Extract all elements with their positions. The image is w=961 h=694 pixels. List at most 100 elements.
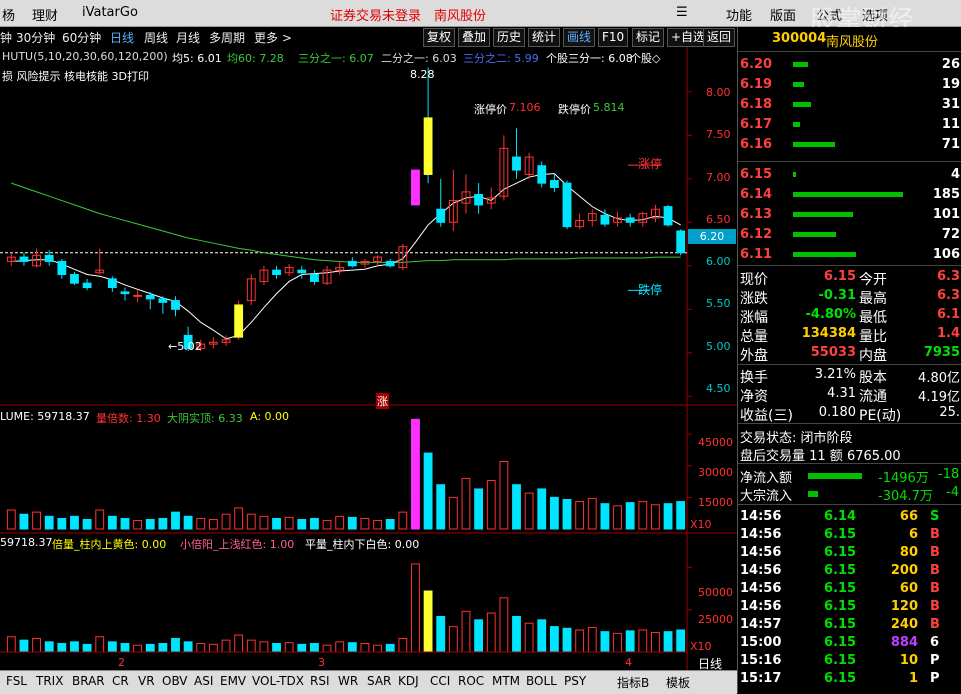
volume-bar bbox=[221, 513, 231, 530]
sell-vol-bar bbox=[793, 102, 811, 107]
stat-value: 1.4 bbox=[936, 326, 960, 341]
tab-rsi[interactable]: RSI bbox=[310, 674, 330, 688]
period-daily[interactable]: 日线 bbox=[110, 29, 134, 46]
back-button[interactable]: 返回 bbox=[703, 28, 736, 47]
tab-cci[interactable]: CCI bbox=[430, 674, 450, 688]
third-bar bbox=[133, 644, 143, 653]
stats-button[interactable]: 统计 bbox=[528, 28, 561, 47]
history-button[interactable]: 历史 bbox=[493, 28, 526, 47]
third-bar bbox=[625, 630, 635, 653]
period-min[interactable]: 钟 bbox=[0, 29, 12, 46]
volume-bar bbox=[486, 479, 496, 530]
period-60min[interactable]: 60分钟 bbox=[62, 29, 101, 46]
third-bar bbox=[512, 615, 521, 653]
divider bbox=[738, 265, 961, 266]
candle-body bbox=[549, 180, 559, 188]
tab-mtm[interactable]: MTM bbox=[492, 674, 520, 688]
volume-bar bbox=[423, 452, 433, 530]
menu-item-function[interactable]: 功能 bbox=[726, 5, 752, 24]
divider bbox=[738, 463, 961, 464]
tab-trix[interactable]: TRIX bbox=[36, 674, 63, 688]
fuquan-button[interactable]: 复权 bbox=[423, 28, 456, 47]
volume-bar bbox=[107, 515, 117, 530]
tab-emv[interactable]: EMV bbox=[220, 674, 246, 688]
candle-body bbox=[600, 214, 610, 225]
tab-roc[interactable]: ROC bbox=[458, 674, 484, 688]
kline-chart[interactable] bbox=[0, 47, 737, 674]
period-30min[interactable]: 30分钟 bbox=[16, 29, 55, 46]
stat-key: 内盘 bbox=[859, 348, 887, 364]
overlay-button[interactable]: 叠加 bbox=[458, 28, 491, 47]
tick-time: 14:57 bbox=[740, 617, 782, 632]
tab-vr[interactable]: VR bbox=[138, 674, 155, 688]
period-weekly[interactable]: 周线 bbox=[144, 29, 168, 46]
buy-vol-bar bbox=[793, 212, 853, 217]
f10-button[interactable]: F10 bbox=[598, 28, 629, 47]
third-bar bbox=[284, 642, 294, 653]
tick-volume: 884 bbox=[890, 635, 918, 650]
tab-cr[interactable]: CR bbox=[112, 674, 129, 688]
menu-list-icon[interactable]: ☰ bbox=[676, 5, 688, 20]
tab-sar[interactable]: SAR bbox=[367, 674, 391, 688]
tab-vol-tdx[interactable]: VOL-TDX bbox=[252, 674, 304, 688]
divider bbox=[738, 51, 961, 52]
menu-item-ivatargo[interactable]: iVatarGo bbox=[82, 5, 138, 20]
menu-item-layout[interactable]: 版面 bbox=[770, 5, 796, 24]
third-bar bbox=[436, 615, 446, 653]
divider bbox=[738, 364, 961, 365]
stock-name-link[interactable]: 南风股份 bbox=[434, 5, 486, 24]
third-bar bbox=[524, 622, 534, 653]
period-more[interactable]: 更多 > bbox=[254, 29, 292, 46]
volume-bar bbox=[95, 509, 105, 530]
stat-key: 总量 bbox=[740, 329, 768, 345]
tab-obv[interactable]: OBV bbox=[162, 674, 188, 688]
period-multi[interactable]: 多周期 bbox=[209, 29, 245, 46]
third-bar bbox=[448, 626, 458, 653]
stat-key: 换手 bbox=[740, 370, 768, 386]
month-mark-2: 2 bbox=[118, 656, 125, 669]
risk-tags: 损 风险提示 核电核能 3D打印 bbox=[2, 70, 149, 83]
tick-volume: 200 bbox=[890, 563, 918, 578]
limit-up-price: 7.106 bbox=[509, 101, 541, 114]
volume-bar bbox=[196, 517, 206, 530]
tick-time: 15:17 bbox=[740, 671, 782, 686]
candle-body bbox=[297, 269, 307, 274]
y-tick-8: 8.00 bbox=[706, 86, 731, 99]
tab-boll[interactable]: BOLL bbox=[526, 674, 557, 688]
volume-bar bbox=[676, 501, 686, 530]
sell-volume: 71 bbox=[941, 137, 960, 152]
third-bar bbox=[208, 643, 218, 653]
menu-item-0[interactable]: 杨 bbox=[2, 5, 15, 24]
tab-kdj[interactable]: KDJ bbox=[398, 674, 419, 688]
candle-body bbox=[19, 256, 29, 262]
trade-login-link[interactable]: 证券交易未登录 bbox=[330, 5, 421, 24]
tab-fsl[interactable]: FSL bbox=[6, 674, 27, 688]
period-monthly[interactable]: 月线 bbox=[176, 29, 200, 46]
stat-value: 6.3 bbox=[936, 288, 960, 303]
tab-psy[interactable]: PSY bbox=[564, 674, 586, 688]
limit-up-tag: 涨停 bbox=[638, 157, 663, 171]
tab-template[interactable]: 模板 bbox=[666, 674, 690, 691]
individual-third-label: 个股三分一: 6.08 bbox=[546, 52, 633, 65]
tab-brar[interactable]: BRAR bbox=[72, 674, 105, 688]
third-bar bbox=[57, 643, 67, 653]
trade-status: 交易状态: 闭市阶段 bbox=[740, 431, 853, 446]
mark-button[interactable]: 标记 bbox=[632, 28, 665, 47]
buy-volume: 106 bbox=[932, 247, 960, 262]
volume-bar bbox=[310, 517, 319, 530]
indicator-params: HUTU(5,10,20,30,60,120,200) bbox=[2, 50, 168, 63]
third-bar bbox=[549, 626, 559, 653]
stat-key: 最高 bbox=[859, 291, 887, 307]
third-bar bbox=[246, 639, 256, 653]
candle-body bbox=[272, 269, 281, 275]
tab-indicator-b[interactable]: 指标B bbox=[617, 674, 649, 691]
tab-wr[interactable]: WR bbox=[338, 674, 358, 688]
third-bar bbox=[44, 641, 54, 653]
draw-button[interactable]: 画线 bbox=[563, 28, 596, 47]
stat-value: 55033 bbox=[810, 345, 856, 360]
buy-price: 6.14 bbox=[740, 187, 773, 202]
tick-side: B bbox=[930, 563, 940, 578]
tab-asi[interactable]: ASI bbox=[194, 674, 213, 688]
volume-bar bbox=[82, 519, 92, 530]
menu-item-licai[interactable]: 理财 bbox=[32, 5, 58, 24]
